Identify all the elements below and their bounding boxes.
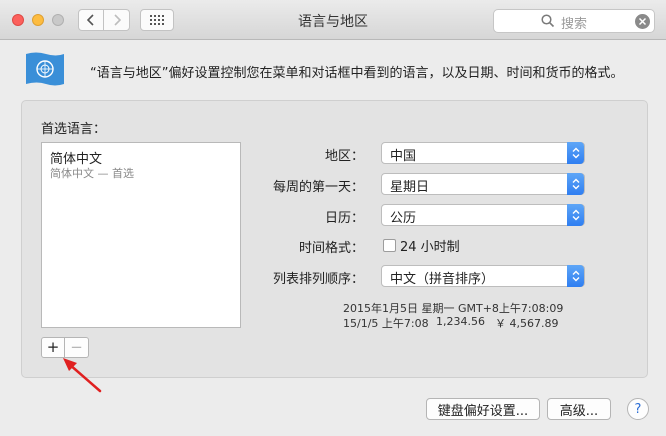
sort-order-popup[interactable]: 中文（拼音排序） xyxy=(381,265,585,287)
calendar-value: 公历 xyxy=(390,211,417,226)
stepper-icon xyxy=(567,204,584,226)
calendar-label: 日历： xyxy=(324,211,364,226)
calendar-popup[interactable]: 公历 xyxy=(381,204,585,226)
sample-date-long: 2015年1月5日 星期一 GMT+8上午7:08:09 xyxy=(343,302,564,315)
help-button[interactable]: ? xyxy=(627,398,649,420)
clear-icon xyxy=(638,17,647,26)
arrow-icon xyxy=(63,358,102,393)
first-day-popup[interactable]: 星期日 xyxy=(381,173,585,195)
sample-date-short: 15/1/5 上午7:08 xyxy=(343,317,429,330)
keyboard-preferences-button[interactable]: 键盘偏好设置... xyxy=(426,398,540,420)
description-text: “语言与地区”偏好设置控制您在菜单和对话框中看到的语言，以及日期、时间和货币的格… xyxy=(90,66,624,81)
sort-order-label: 列表排列顺序： xyxy=(272,272,364,287)
preferred-languages-label: 首选语言： xyxy=(41,122,107,137)
stepper-icon xyxy=(567,142,584,164)
first-day-value: 星期日 xyxy=(390,180,430,195)
sample-currency: ￥ 4,567.89 xyxy=(495,317,559,330)
region-popup[interactable]: 中国 xyxy=(381,142,585,164)
stepper-icon xyxy=(567,265,584,287)
stepper-icon xyxy=(567,173,584,195)
search-placeholder: 搜索 xyxy=(561,17,588,32)
region-value: 中国 xyxy=(390,149,417,164)
sort-order-value: 中文（拼音排序） xyxy=(390,272,495,287)
advanced-button[interactable]: 高级... xyxy=(547,398,611,420)
region-label: 地区： xyxy=(324,149,364,164)
title-bar: 语言与地区 搜索 xyxy=(0,0,666,40)
time-format-checkbox[interactable] xyxy=(383,239,396,252)
language-list[interactable]: 简体中文 简体中文 — 首选 xyxy=(41,142,241,328)
sample-number: 1,234.56 xyxy=(436,315,485,328)
time-format-option[interactable]: 24 小时制 xyxy=(400,236,460,255)
search-field[interactable]: 搜索 xyxy=(493,9,655,33)
un-flag-icon xyxy=(26,52,64,86)
first-day-label: 每周的第一天： xyxy=(272,180,364,195)
clear-search-button[interactable] xyxy=(635,14,650,29)
search-icon xyxy=(541,14,555,28)
time-format-label: 时间格式： xyxy=(298,241,364,256)
language-detail: 简体中文 — 首选 xyxy=(50,167,134,180)
